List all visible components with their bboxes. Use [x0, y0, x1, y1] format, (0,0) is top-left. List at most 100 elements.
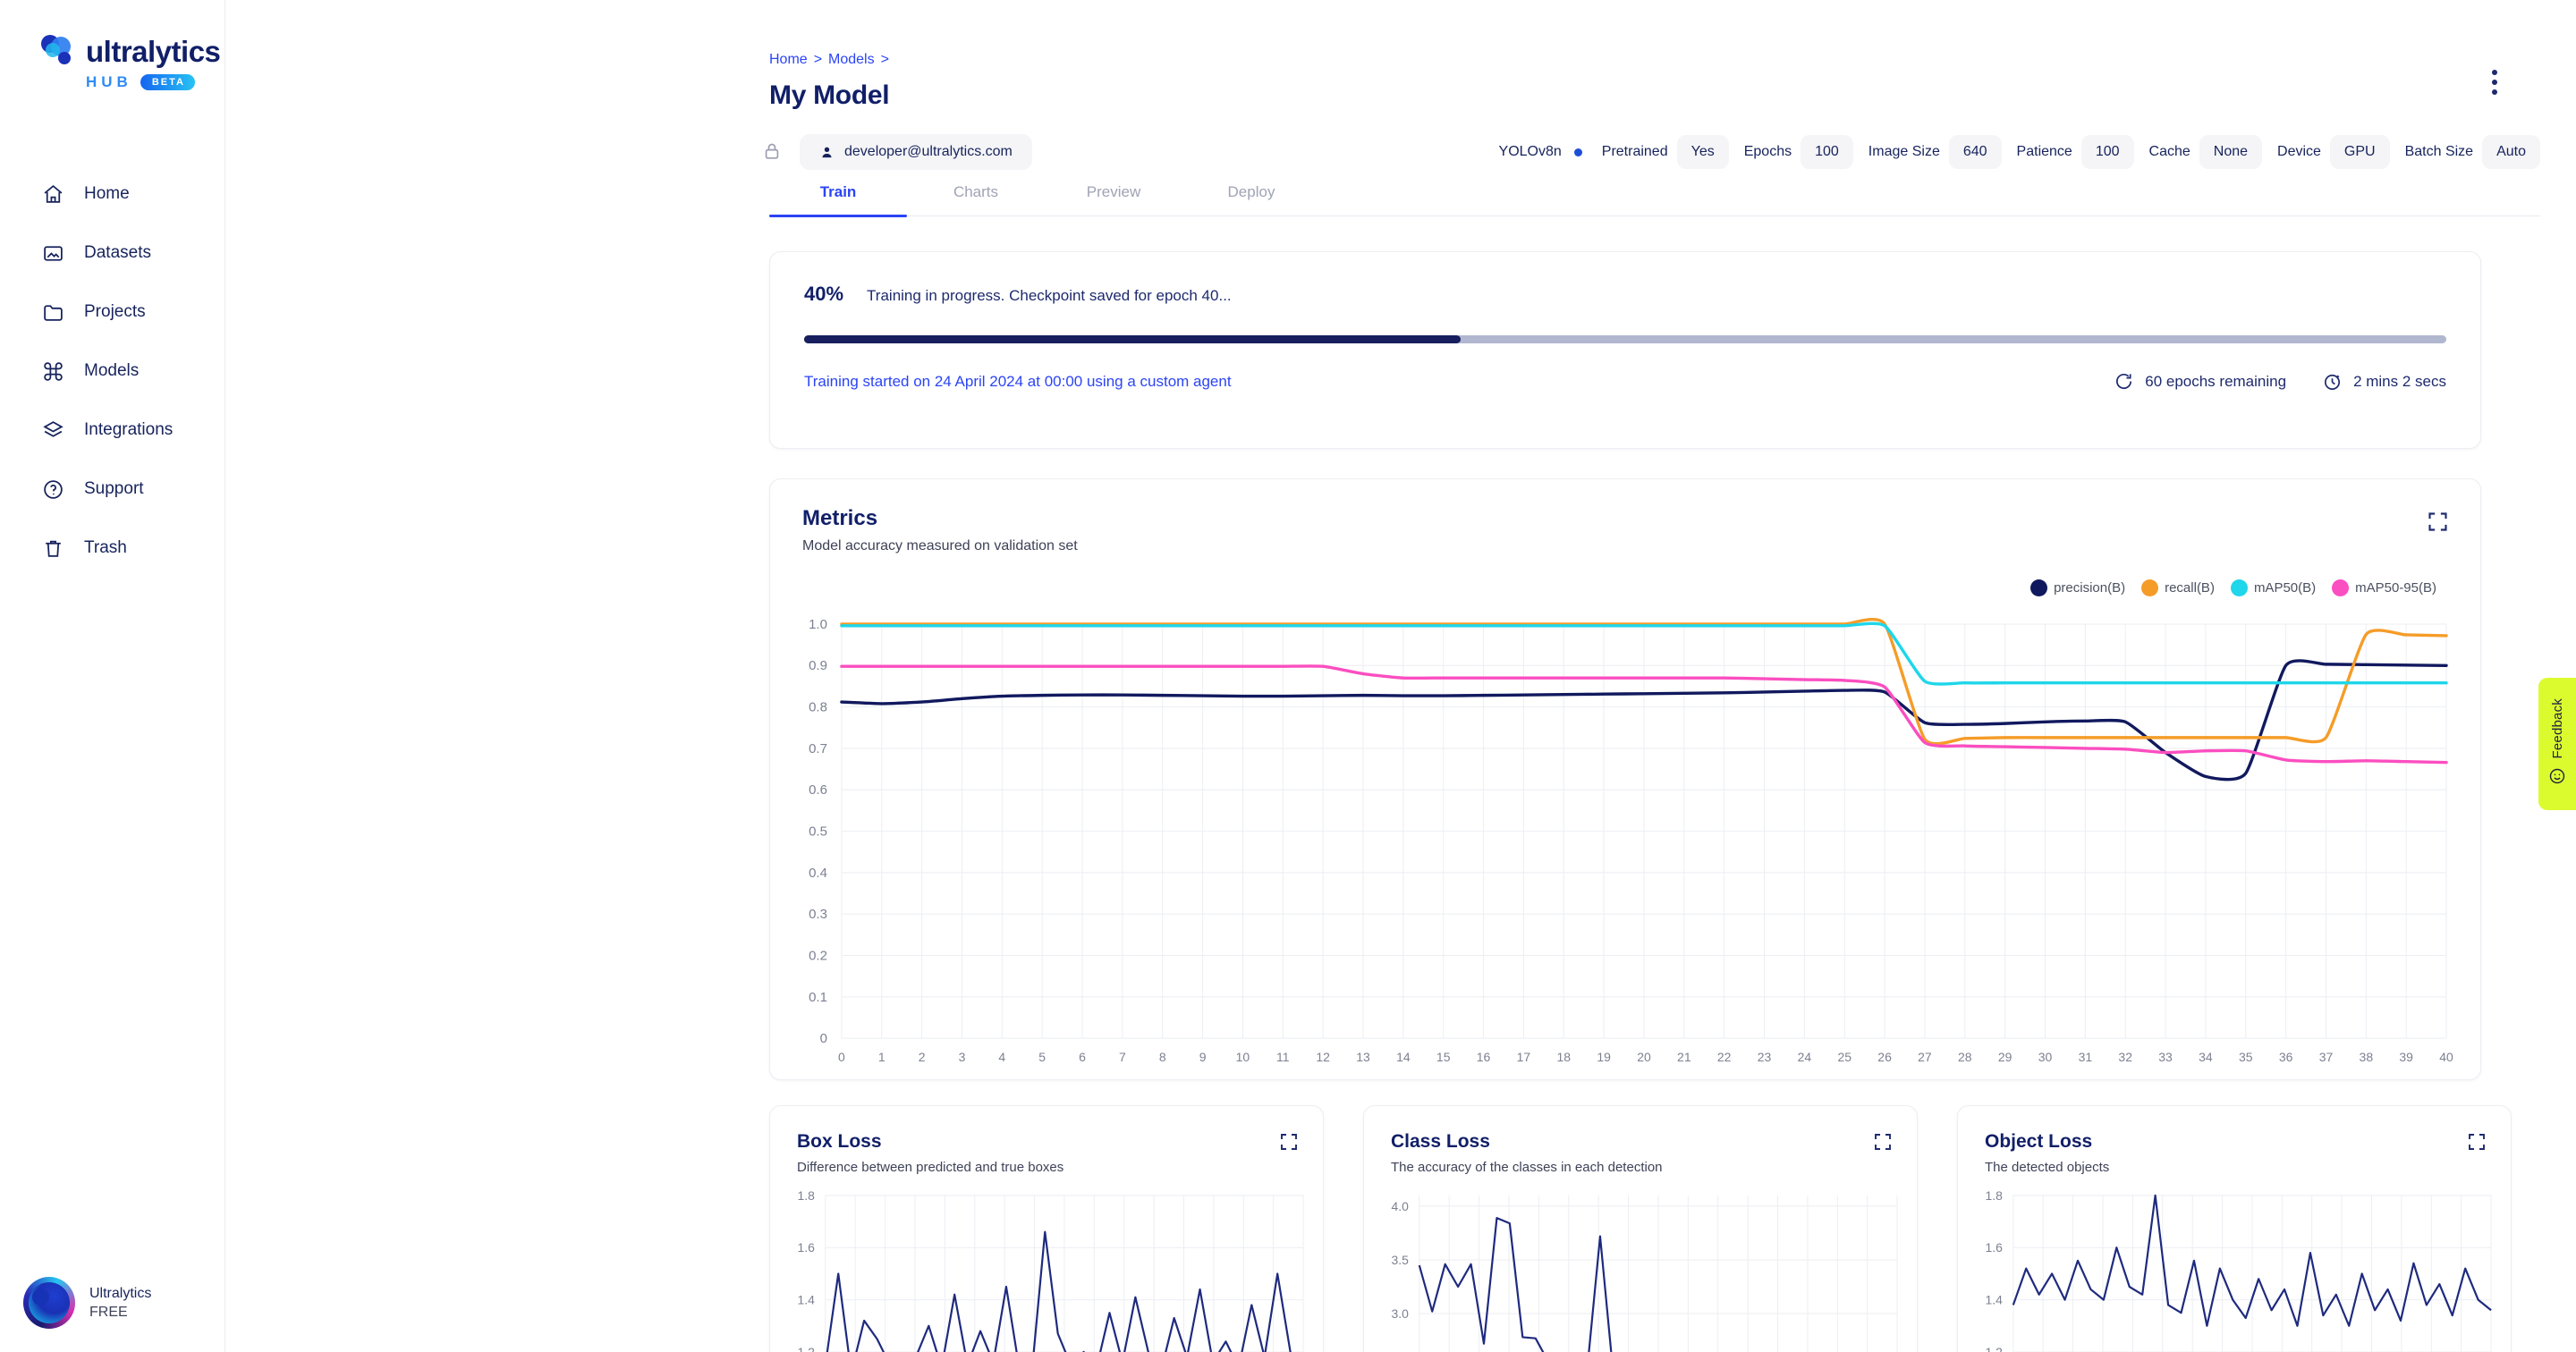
- legend-item-precision[interactable]: precision(B): [2030, 579, 2125, 596]
- expand-icon[interactable]: [2466, 1131, 2487, 1153]
- sidebar-item-integrations[interactable]: Integrations: [0, 401, 225, 460]
- object-loss-card: Object Loss The detected objects 1.2 1.4 1…: [1957, 1105, 2512, 1352]
- param-value-cache[interactable]: None: [2199, 135, 2263, 169]
- svg-text:32: 32: [2118, 1050, 2132, 1064]
- tab-bar: Train Charts Preview Deploy: [769, 183, 2540, 217]
- param-value-image-size[interactable]: 640: [1948, 135, 2002, 169]
- expand-icon[interactable]: [1872, 1131, 1894, 1153]
- svg-text:6: 6: [1079, 1050, 1086, 1064]
- legend-item-map50[interactable]: mAP50(B): [2230, 579, 2316, 596]
- sidebar-item-models[interactable]: Models: [0, 342, 225, 401]
- svg-text:0: 0: [838, 1050, 845, 1064]
- lock-icon: [762, 140, 785, 164]
- param-key-device: Device: [2277, 144, 2321, 159]
- svg-text:7: 7: [1119, 1050, 1126, 1064]
- sidebar-item-label: Models: [84, 361, 140, 380]
- sidebar-item-label: Integrations: [84, 420, 174, 439]
- svg-text:22: 22: [1717, 1050, 1732, 1064]
- svg-text:1.4: 1.4: [1985, 1293, 2003, 1307]
- sidebar-nav: Home Datasets Projects Models Integratio…: [0, 165, 225, 578]
- progress-bar: [804, 335, 2446, 343]
- metrics-subtitle: Model accuracy measured on validation se…: [802, 538, 1078, 553]
- class-loss-card: Class Loss The accuracy of the classes i…: [1363, 1105, 1918, 1352]
- progress-status-text: Training in progress. Checkpoint saved f…: [867, 287, 1232, 304]
- image-icon: [41, 241, 65, 266]
- svg-text:1.8: 1.8: [797, 1188, 815, 1203]
- param-value-epochs[interactable]: 100: [1801, 135, 1853, 169]
- brand-beta-badge: BETA: [140, 74, 195, 90]
- svg-text:21: 21: [1677, 1050, 1691, 1064]
- param-key-epochs: Epochs: [1743, 144, 1792, 159]
- legend-item-recall[interactable]: recall(B): [2141, 579, 2215, 596]
- param-value-pretrained[interactable]: Yes: [1676, 135, 1729, 169]
- expand-icon[interactable]: [2426, 510, 2450, 534]
- tab-deploy[interactable]: Deploy: [1182, 183, 1320, 215]
- svg-text:40: 40: [2439, 1050, 2453, 1064]
- tab-preview[interactable]: Preview: [1045, 183, 1182, 215]
- svg-text:16: 16: [1477, 1050, 1491, 1064]
- svg-text:28: 28: [1958, 1050, 1972, 1064]
- breadcrumb-item-models[interactable]: Models: [828, 52, 875, 68]
- brand-logo[interactable]: ultralytics HUB BETA: [0, 0, 225, 91]
- account-name: Ultralytics: [89, 1285, 152, 1301]
- progress-percent: 40%: [804, 283, 844, 305]
- sidebar-item-support[interactable]: Support: [0, 460, 225, 519]
- svg-text:13: 13: [1356, 1050, 1370, 1064]
- tab-train[interactable]: Train: [769, 183, 907, 217]
- sidebar-item-projects[interactable]: Projects: [0, 283, 225, 342]
- svg-text:17: 17: [1517, 1050, 1531, 1064]
- metrics-title: Metrics: [802, 506, 878, 530]
- more-options-icon[interactable]: [2479, 67, 2510, 97]
- svg-text:0.5: 0.5: [809, 824, 827, 840]
- svg-text:1.2: 1.2: [1985, 1345, 2003, 1352]
- ultralytics-logo-icon: [39, 34, 75, 68]
- param-key-cache: Cache: [2148, 144, 2190, 159]
- metrics-plot[interactable]: 0 1 2 3 4 5 6 7 8 9 10 11 12 13 14 15 16 17 18 19 20 21 22 23 24…: [770, 612, 2480, 1079]
- elapsed-time-text: 2 mins 2 secs: [2353, 372, 2446, 390]
- svg-text:12: 12: [1316, 1050, 1330, 1064]
- legend-item-map50-95[interactable]: mAP50-95(B): [2332, 579, 2436, 596]
- model-meta-bar: developer@ultralytics.com YOLOv8n Pretra…: [762, 134, 2540, 170]
- svg-text:0.2: 0.2: [809, 949, 827, 964]
- model-name: YOLOv8n: [1498, 144, 1562, 159]
- svg-text:38: 38: [2360, 1050, 2374, 1064]
- training-started-text: Training started on 24 April 2024 at 00:…: [804, 372, 1232, 390]
- tab-charts[interactable]: Charts: [907, 183, 1045, 215]
- svg-text:10: 10: [1236, 1050, 1250, 1064]
- feedback-label: Feedback: [2549, 698, 2565, 759]
- person-icon: [822, 147, 832, 157]
- account-plan: FREE: [89, 1304, 128, 1320]
- param-value-batch-size[interactable]: Auto: [2482, 135, 2540, 169]
- object-loss-plot[interactable]: 1.2 1.4 1.6 1.8: [1958, 1185, 2511, 1352]
- sidebar-item-datasets[interactable]: Datasets: [0, 224, 225, 283]
- owner-pill[interactable]: developer@ultralytics.com: [800, 134, 1032, 170]
- svg-text:33: 33: [2158, 1050, 2173, 1064]
- box-loss-plot[interactable]: 1.2 1.4 1.6 1.8: [770, 1185, 1323, 1352]
- param-value-device[interactable]: GPU: [2329, 135, 2390, 169]
- svg-text:34: 34: [2199, 1050, 2213, 1064]
- metrics-card: Metrics Model accuracy measured on valid…: [769, 478, 2481, 1080]
- legend-label: precision(B): [2054, 580, 2126, 596]
- svg-text:14: 14: [1396, 1050, 1411, 1064]
- box-loss-subtitle: Difference between predicted and true bo…: [797, 1160, 1064, 1175]
- sidebar-item-label: Support: [84, 479, 144, 498]
- model-params: YOLOv8n Pretrained Yes Epochs 100 Image …: [1499, 135, 2540, 169]
- sidebar-item-trash[interactable]: Trash: [0, 519, 225, 578]
- svg-text:27: 27: [1918, 1050, 1932, 1064]
- trash-icon: [41, 537, 65, 561]
- sidebar-item-label: Projects: [84, 302, 146, 321]
- metrics-legend: precision(B) recall(B) mAP50(B) mAP50-95…: [2030, 579, 2445, 596]
- box-loss-title: Box Loss: [797, 1131, 882, 1152]
- legend-swatch: [2332, 579, 2350, 596]
- sidebar-item-home[interactable]: Home: [0, 165, 225, 224]
- refresh-icon: [2116, 374, 2132, 389]
- feedback-tab[interactable]: Feedback: [2538, 678, 2576, 810]
- account-widget[interactable]: Ultralytics FREE: [0, 1277, 225, 1329]
- breadcrumb-item-home[interactable]: Home: [769, 52, 808, 68]
- class-loss-plot[interactable]: 3.0 3.5 4.0: [1364, 1185, 1917, 1352]
- param-value-patience[interactable]: 100: [2080, 135, 2134, 169]
- app-root: ultralytics HUB BETA Home Datasets Proje…: [0, 0, 2576, 1352]
- svg-text:1.4: 1.4: [797, 1293, 815, 1307]
- expand-icon[interactable]: [1278, 1131, 1300, 1153]
- epochs-remaining-text: 60 epochs remaining: [2145, 372, 2287, 390]
